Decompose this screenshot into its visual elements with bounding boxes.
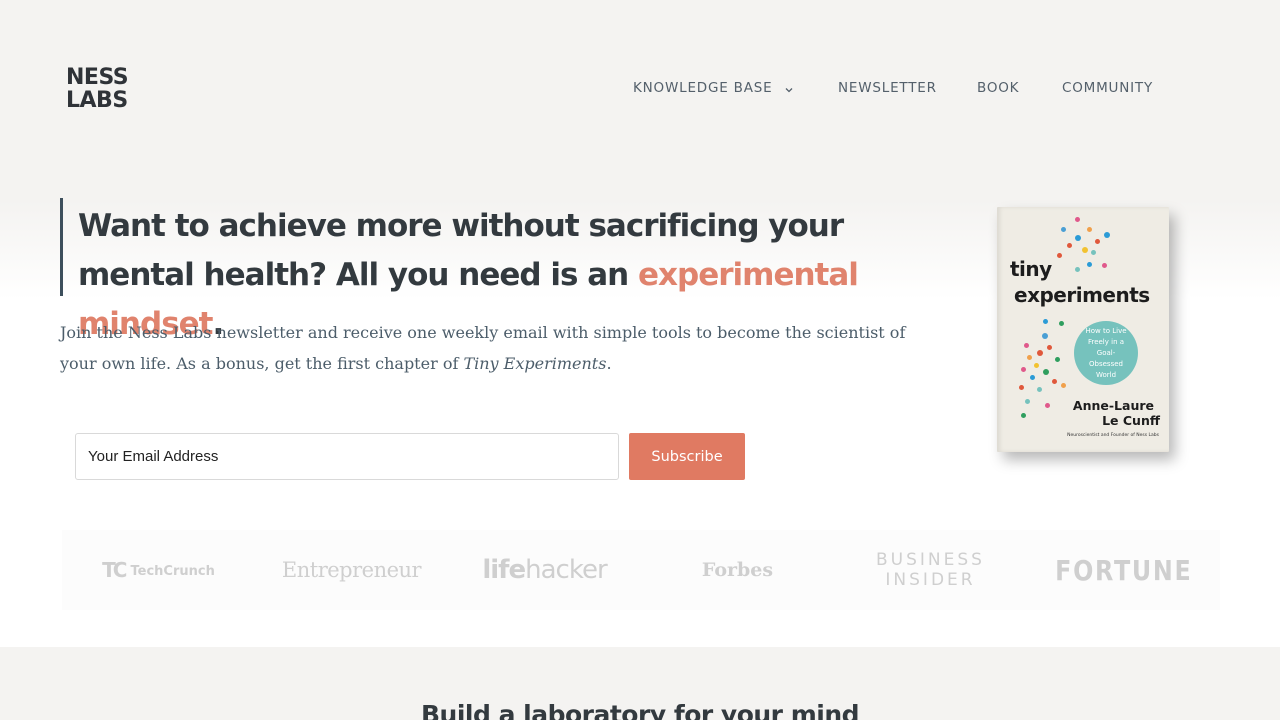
- confetti-dot: [1059, 321, 1064, 326]
- confetti-dot: [1104, 232, 1110, 238]
- logo-line-1: NESS: [66, 65, 129, 90]
- subscribe-button[interactable]: Subscribe: [629, 433, 745, 480]
- hero-subtext: Join the Ness Labs newsletter and receiv…: [60, 317, 930, 379]
- confetti-dot: [1043, 369, 1049, 375]
- fortune-logo: FORTUNE: [1054, 553, 1193, 587]
- confetti-dot: [1037, 350, 1043, 356]
- book-cover[interactable]: tiny experiments How to Live Freely in a…: [997, 207, 1169, 452]
- lifehacker-part-2: hacker: [525, 555, 608, 585]
- email-input[interactable]: [75, 433, 619, 480]
- confetti-dot: [1057, 253, 1062, 258]
- book-author-line-1: Anne-Laure: [1072, 398, 1154, 413]
- chevron-down-icon: [784, 83, 794, 93]
- ness-labs-logo[interactable]: NESS LABS: [66, 65, 129, 113]
- nav-knowledge-base-label: KNOWLEDGE BASE: [633, 80, 773, 96]
- confetti-dot: [1087, 262, 1092, 267]
- confetti-dot: [1087, 227, 1092, 232]
- logo-line-2: LABS: [66, 88, 128, 113]
- lifehacker-logo: lifehacker: [448, 555, 641, 585]
- book-author-tagline: Neuroscientist and Founder of Ness Labs: [1067, 433, 1159, 438]
- nav-community[interactable]: COMMUNITY: [1062, 80, 1153, 96]
- subtext-book-title: Tiny Experiments: [463, 354, 607, 373]
- confetti-dot: [1043, 319, 1048, 324]
- confetti-dot: [1047, 345, 1052, 350]
- section-two-title: Build a laboratory for your mind: [420, 700, 860, 720]
- book-subtitle: How to Live Freely in a Goal-Obsessed Wo…: [1085, 326, 1127, 379]
- main-nav: KNOWLEDGE BASE NEWSLETTER BOOK COMMUNITY: [633, 80, 1153, 96]
- confetti-dot: [1095, 239, 1100, 244]
- confetti-dot: [1025, 399, 1030, 404]
- confetti-dot: [1061, 383, 1066, 388]
- confetti-dot: [1045, 403, 1050, 408]
- techcrunch-label: TechCrunch: [130, 564, 215, 579]
- nav-book[interactable]: BOOK: [977, 80, 1062, 96]
- fortune-logo-wrap: FORTUNE: [1027, 554, 1220, 587]
- business-insider-line-2: INSIDER: [885, 570, 976, 590]
- book-title-line-1: tiny: [1010, 257, 1052, 281]
- confetti-dot: [1037, 387, 1042, 392]
- book-subtitle-badge: How to Live Freely in a Goal-Obsessed Wo…: [1074, 321, 1138, 385]
- confetti-dot: [1024, 343, 1029, 348]
- confetti-dot: [1042, 333, 1048, 339]
- confetti-dot: [1075, 217, 1080, 222]
- confetti-dot: [1102, 263, 1107, 268]
- lifehacker-part-1: life: [482, 555, 526, 585]
- business-insider-logo: BUSINESS INSIDER: [834, 550, 1027, 590]
- confetti-dot: [1075, 235, 1081, 241]
- confetti-dot: [1034, 363, 1039, 368]
- quote-bar: [60, 198, 63, 296]
- nav-knowledge-base[interactable]: KNOWLEDGE BASE: [633, 80, 838, 96]
- forbes-logo: Forbes: [701, 559, 774, 581]
- confetti-dot: [1082, 247, 1088, 253]
- confetti-dot: [1052, 379, 1057, 384]
- techcrunch-mark: TC: [102, 558, 127, 582]
- techcrunch-logo: TC TechCrunch: [62, 558, 255, 582]
- book-author-line-2: Le Cunff: [1102, 413, 1160, 428]
- confetti-dot: [1021, 367, 1026, 372]
- entrepreneur-logo: Entrepreneur: [281, 558, 422, 582]
- headline-plain: All you need is an: [326, 257, 639, 293]
- confetti-dot: [1027, 355, 1032, 360]
- confetti-dot: [1021, 413, 1026, 418]
- confetti-dot: [1091, 250, 1096, 255]
- confetti-dot: [1055, 357, 1060, 362]
- confetti-dot: [1067, 243, 1072, 248]
- subtext-end: .: [606, 354, 612, 373]
- nav-newsletter[interactable]: NEWSLETTER: [838, 80, 977, 96]
- confetti-dot: [1075, 267, 1080, 272]
- business-insider-line-1: BUSINESS: [876, 550, 985, 570]
- press-logos: TC TechCrunch Entrepreneur lifehacker For…: [62, 530, 1220, 610]
- confetti-dot: [1061, 227, 1066, 232]
- book-title-line-2: experiments: [1014, 283, 1150, 307]
- confetti-dot: [1030, 375, 1035, 380]
- confetti-dot: [1019, 385, 1024, 390]
